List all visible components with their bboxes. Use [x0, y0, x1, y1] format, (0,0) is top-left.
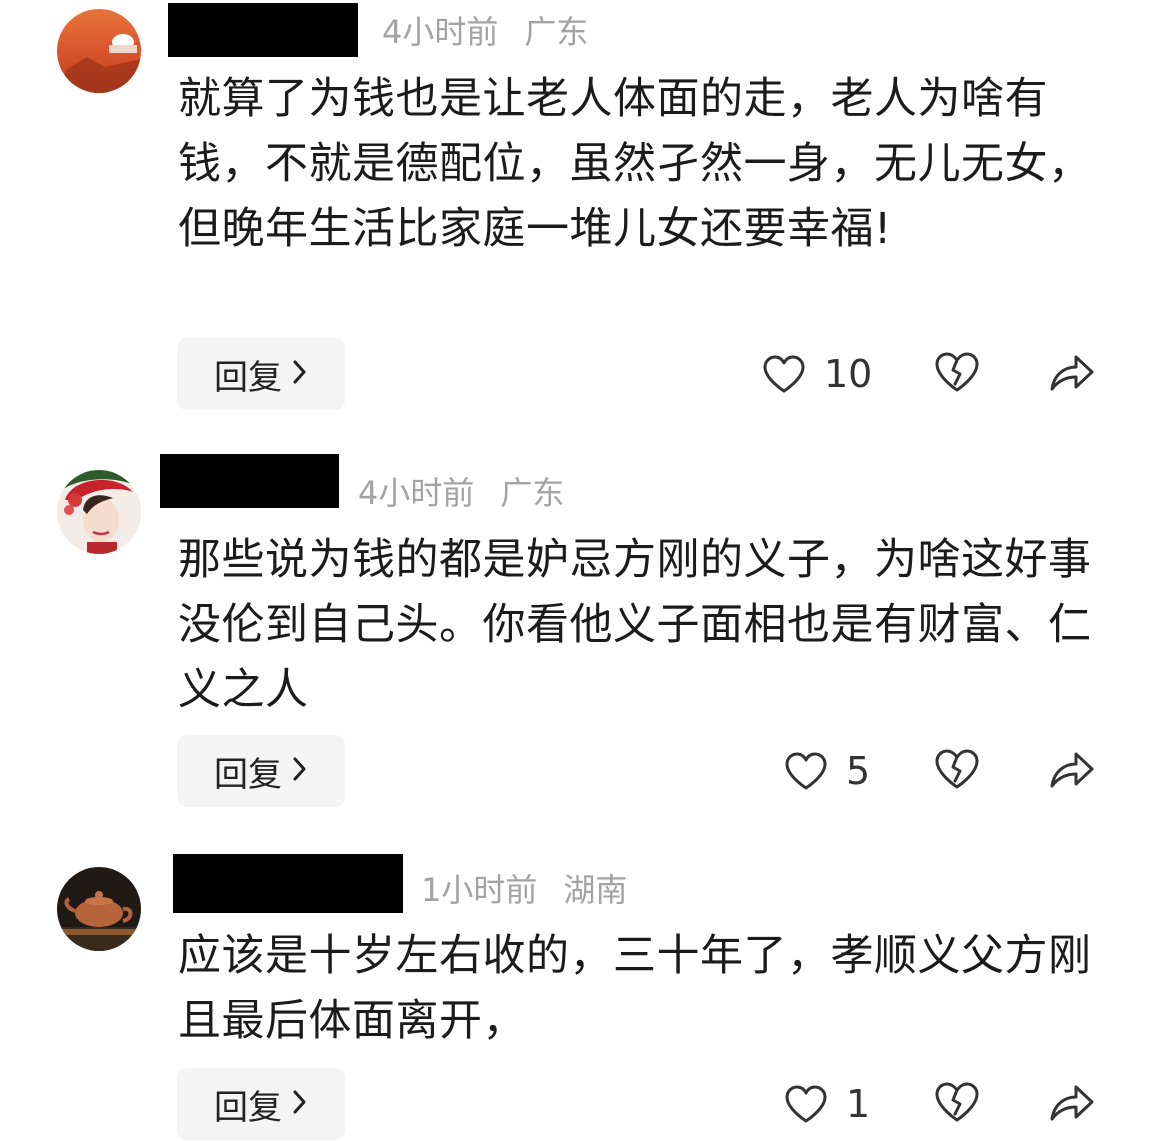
share-button[interactable]: [1048, 748, 1096, 796]
comment-time: 1小时前: [421, 871, 538, 909]
share-arrow-icon: [1050, 1085, 1094, 1121]
comment-time: 4小时前: [358, 474, 475, 512]
username-redacted[interactable]: [168, 3, 358, 57]
broken-heart-icon: [935, 1082, 979, 1122]
comment-actions: 5: [0, 735, 1152, 807]
teapot-avatar-icon: [57, 867, 141, 951]
woman-portrait-avatar-icon: [57, 470, 141, 554]
dislike-button[interactable]: [933, 747, 981, 795]
dislike-button[interactable]: [933, 350, 981, 398]
heart-icon: [763, 355, 805, 393]
like-button[interactable]: 5: [784, 735, 870, 807]
avatar[interactable]: [57, 867, 141, 951]
dislike-button[interactable]: [933, 1080, 981, 1128]
comment-location: 广东: [524, 13, 589, 51]
like-count: 1: [846, 1082, 871, 1126]
comment-text: 就算了为钱也是让老人体面的走，老人为啥有钱，不就是德配位，虽然孑然一身，无儿无女…: [178, 74, 1092, 254]
comment-meta: 4小时前 广东: [358, 466, 564, 520]
broken-heart-icon: [935, 749, 979, 789]
heart-icon: [785, 752, 827, 790]
avatar[interactable]: [57, 9, 141, 93]
username-redacted[interactable]: [173, 854, 403, 913]
like-button[interactable]: 1: [784, 1068, 870, 1140]
share-arrow-icon: [1050, 355, 1094, 391]
share-arrow-icon: [1050, 752, 1094, 788]
comment-time: 4小时前: [382, 13, 499, 51]
comment-location: 广东: [500, 474, 565, 512]
comment-meta: 1小时前 湖南: [421, 863, 627, 917]
comment-list: 4小时前 广东 就算了为钱也是让老人体面的走，老人为啥有钱，不就是德配位，虽然孑然…: [0, 0, 1152, 1141]
like-count: 5: [846, 749, 871, 793]
comment-text: 那些说为钱的都是妒忌方刚的义子，为啥这好事没伦到自己头。你看他义子面相也是有财富…: [178, 535, 1092, 715]
comment-text: 应该是十岁左右收的，三十年了，孝顺义父方刚且最后体面离开，: [178, 931, 1092, 1046]
broken-heart-icon: [935, 352, 979, 392]
like-button[interactable]: 10: [762, 338, 872, 410]
like-count: 10: [824, 352, 873, 396]
heart-icon: [785, 1085, 827, 1123]
share-button[interactable]: [1048, 1081, 1096, 1129]
username-redacted[interactable]: [160, 454, 339, 508]
comment-actions: 1: [0, 1068, 1152, 1140]
orange-sunset-avatar-icon: [57, 9, 141, 93]
comment-actions: 10: [0, 338, 1152, 410]
comment-location: 湖南: [563, 871, 628, 909]
share-button[interactable]: [1048, 351, 1096, 399]
comment-meta: 4小时前 广东: [382, 5, 588, 59]
avatar[interactable]: [57, 470, 141, 554]
